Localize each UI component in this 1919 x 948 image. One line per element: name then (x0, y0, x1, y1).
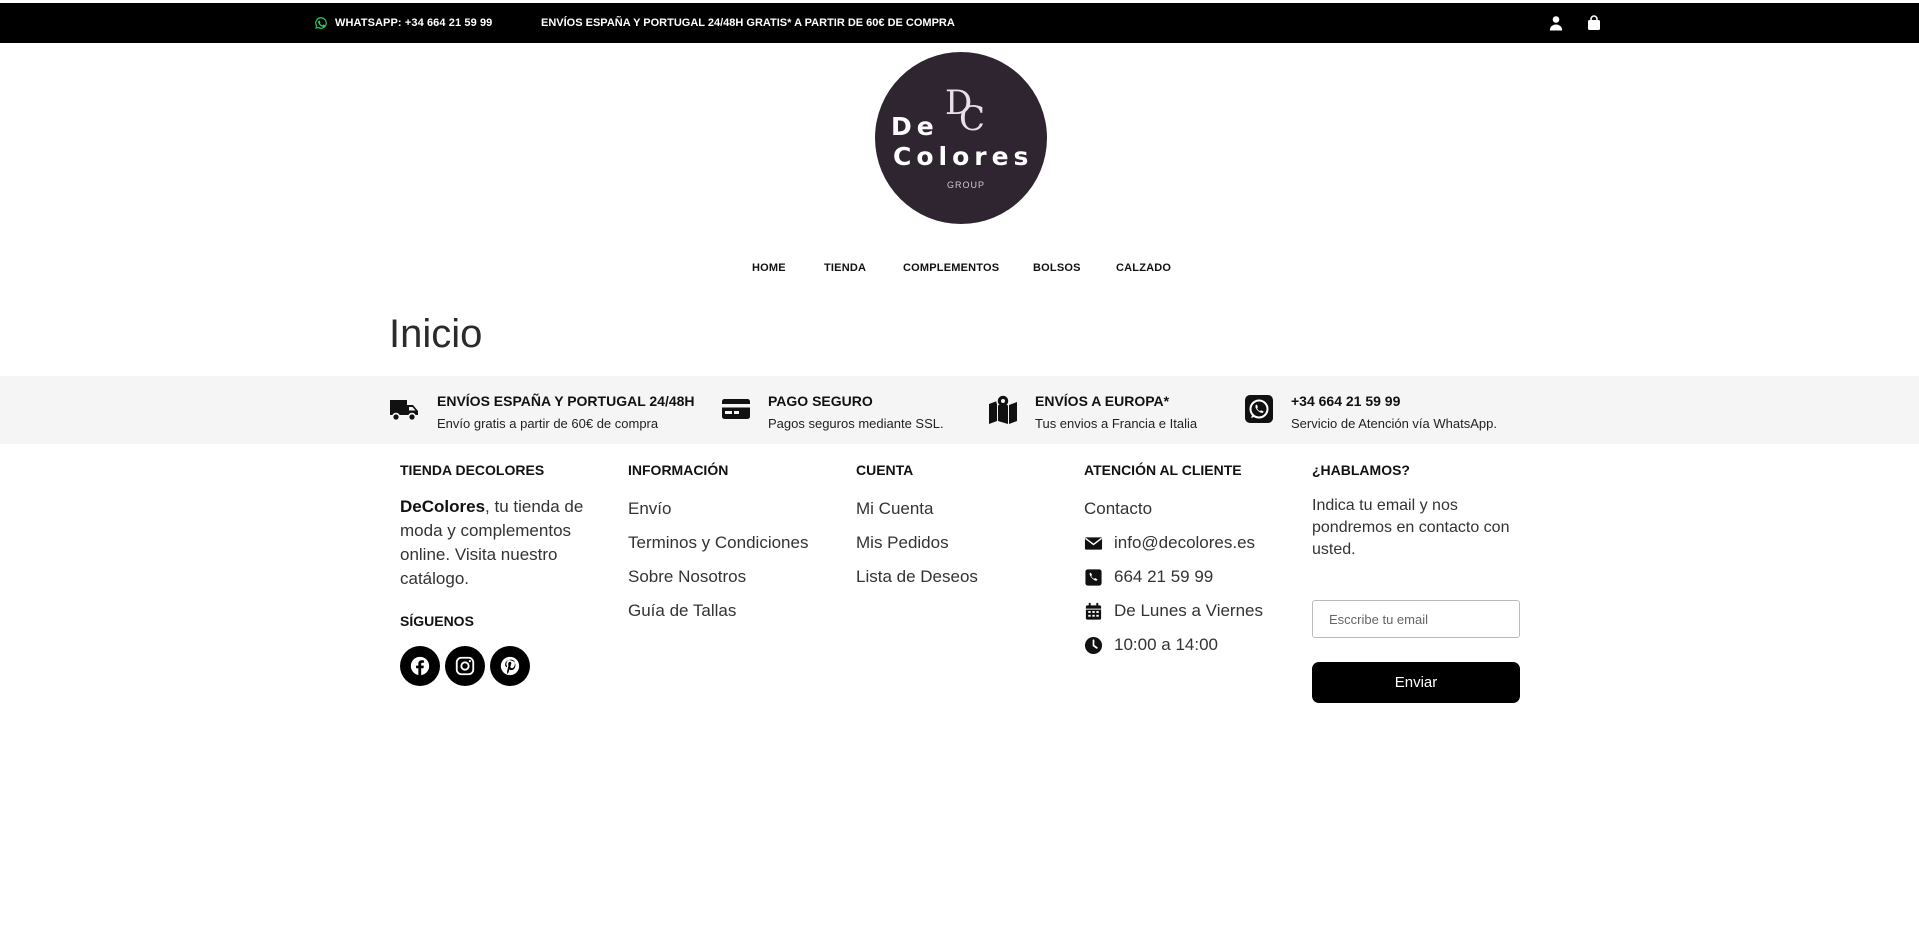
footer-support-column: ATENCIÓN AL CLIENTE Contacto info@decolo… (1084, 462, 1263, 654)
whatsapp-contact[interactable]: WHATSAPP: +34 664 21 59 99 (314, 3, 492, 43)
send-button[interactable]: Enviar (1312, 662, 1520, 703)
footer-heading: CUENTA (856, 462, 914, 478)
footer-info-column: INFORMACIÓN Envío Terminos y Condiciones… (628, 462, 808, 620)
follow-heading: SÍGUENOS (400, 613, 474, 629)
link-envio[interactable]: Envío (628, 499, 671, 519)
contact-hours-text: 10:00 a 14:00 (1114, 635, 1218, 654)
store-brand: DeColores (400, 497, 486, 516)
nav-home[interactable]: HOME (752, 262, 786, 274)
nav-bolsos[interactable]: BOLSOS (1033, 262, 1081, 274)
shopping-bag-icon[interactable] (1586, 15, 1602, 31)
whatsapp-icon (1244, 394, 1274, 424)
features-strip: ENVÍOS ESPAÑA Y PORTUGAL 24/48H Envío gr… (0, 376, 1919, 444)
contact-days-text: De Lunes a Viernes (1114, 601, 1264, 620)
feature-title: ENVÍOS ESPAÑA Y PORTUGAL 24/48H (437, 393, 695, 409)
store-description: DeColores, tu tienda de moda y complemen… (400, 495, 600, 591)
top-bar: WHATSAPP: +34 664 21 59 99 ENVÍOS ESPAÑA… (0, 3, 1919, 43)
link-mis-pedidos[interactable]: Mis Pedidos (856, 533, 949, 553)
link-sobre-nosotros[interactable]: Sobre Nosotros (628, 567, 746, 587)
credit-card-icon (721, 394, 751, 424)
footer-heading: ¿HABLAMOS? (1312, 462, 1410, 478)
link-mi-cuenta[interactable]: Mi Cuenta (856, 499, 933, 519)
envelope-icon (1084, 536, 1103, 550)
map-icon (988, 394, 1018, 424)
contact-email[interactable]: info@decolores.es (1084, 533, 1255, 553)
account-icon[interactable] (1548, 15, 1564, 31)
main-nav: HOME TIENDA COMPLEMENTOS BOLSOS CALZADO (0, 262, 1919, 278)
svg-text:C: C (959, 99, 985, 134)
contact-days: De Lunes a Viernes (1084, 601, 1263, 621)
footer-store-column: TIENDA DECOLORES DeColores, tu tienda de… (400, 462, 600, 629)
calendar-icon (1085, 602, 1102, 620)
contact-phone-text: 664 21 59 99 (1114, 567, 1214, 586)
feature-title: +34 664 21 59 99 (1291, 393, 1401, 409)
social-links (400, 646, 530, 686)
logo-line-2: Colores (893, 142, 1034, 171)
footer-newsletter-column: ¿HABLAMOS? Indica tu email y nos pondrem… (1312, 462, 1522, 561)
feature-subtitle: Envío gratis a partir de 60€ de compra (437, 416, 659, 431)
logo-line-3: GROUP (947, 180, 986, 190)
phone-icon (1085, 568, 1102, 586)
whatsapp-text: WHATSAPP: +34 664 21 59 99 (335, 17, 493, 29)
contact-phone[interactable]: 664 21 59 99 (1084, 567, 1213, 587)
instagram-icon[interactable] (445, 646, 485, 686)
nav-complementos[interactable]: COMPLEMENTOS (903, 262, 999, 274)
clock-icon (1084, 636, 1103, 654)
truck-icon (389, 394, 419, 424)
nav-calzado[interactable]: CALZADO (1116, 262, 1171, 274)
page-title: Inicio (389, 312, 483, 356)
logo-line-1: De (891, 112, 939, 141)
shipping-notice: ENVÍOS ESPAÑA Y PORTUGAL 24/48H GRATIS* … (541, 17, 955, 29)
footer-heading: TIENDA DECOLORES (400, 462, 545, 478)
link-contacto[interactable]: Contacto (1084, 499, 1152, 519)
feature-title: ENVÍOS A EUROPA* (1035, 393, 1170, 409)
feature-subtitle: Tus envios a Francia e Italia (1035, 416, 1198, 431)
contact-email-text: info@decolores.es (1114, 533, 1256, 552)
link-terminos[interactable]: Terminos y Condiciones (628, 533, 808, 553)
link-guia-tallas[interactable]: Guía de Tallas (628, 601, 736, 621)
newsletter-text: Indica tu email y nos pondremos en conta… (1312, 497, 1510, 558)
feature-subtitle: Pagos seguros mediante SSL. (768, 416, 944, 431)
link-lista-deseos[interactable]: Lista de Deseos (856, 567, 978, 587)
footer-heading: ATENCIÓN AL CLIENTE (1084, 462, 1242, 478)
logo-monogram: D C (945, 83, 985, 134)
nav-tienda[interactable]: TIENDA (824, 262, 866, 274)
feature-subtitle: Servicio de Atención vía WhatsApp. (1291, 416, 1497, 431)
email-input[interactable] (1312, 600, 1520, 638)
whatsapp-icon (315, 17, 327, 29)
feature-title: PAGO SEGURO (768, 393, 873, 409)
brand-logo[interactable]: D C De Colores GROUP (875, 52, 1047, 224)
contact-hours: 10:00 a 14:00 (1084, 635, 1218, 655)
footer-heading: INFORMACIÓN (628, 462, 729, 478)
footer-account-column: CUENTA Mi Cuenta Mis Pedidos Lista de De… (856, 462, 978, 586)
facebook-icon[interactable] (400, 646, 440, 686)
pinterest-icon[interactable] (490, 646, 530, 686)
